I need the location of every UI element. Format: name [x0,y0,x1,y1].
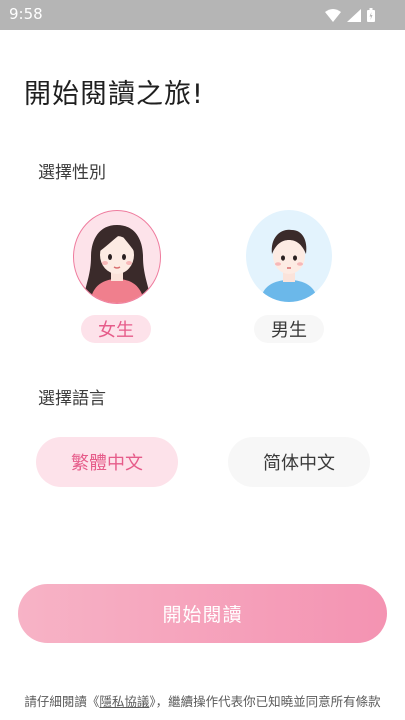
female-avatar-icon[interactable] [73,210,161,304]
gender-option-male[interactable]: 男生 [254,315,324,343]
privacy-suffix: 》，繼續操作代表你已知曉並同意所有條款 [149,694,381,709]
status-bar: 9:58 [0,0,405,30]
language-section-label: 選擇語言 [38,389,106,409]
page-title: 開始閱讀之旅! [24,79,204,110]
language-option-traditional[interactable]: 繁體中文 [36,437,178,487]
male-avatar-icon[interactable] [246,210,332,302]
wifi-icon [325,8,341,22]
gender-section-label: 選擇性別 [38,163,106,183]
privacy-notice: 請仔細閱讀《隱私協議》，繼續操作代表你已知曉並同意所有條款 [18,694,387,710]
start-reading-button[interactable]: 開始閱讀 [18,584,387,643]
language-option-simplified[interactable]: 简体中文 [228,437,370,487]
gender-option-female[interactable]: 女生 [81,315,151,343]
privacy-prefix: 請仔細閱讀《 [24,694,100,709]
privacy-policy-link[interactable]: 隱私協議 [99,694,149,709]
status-icons [325,8,375,22]
cellular-signal-icon [347,8,361,22]
status-time: 9:58 [9,5,43,23]
battery-icon [367,8,375,22]
